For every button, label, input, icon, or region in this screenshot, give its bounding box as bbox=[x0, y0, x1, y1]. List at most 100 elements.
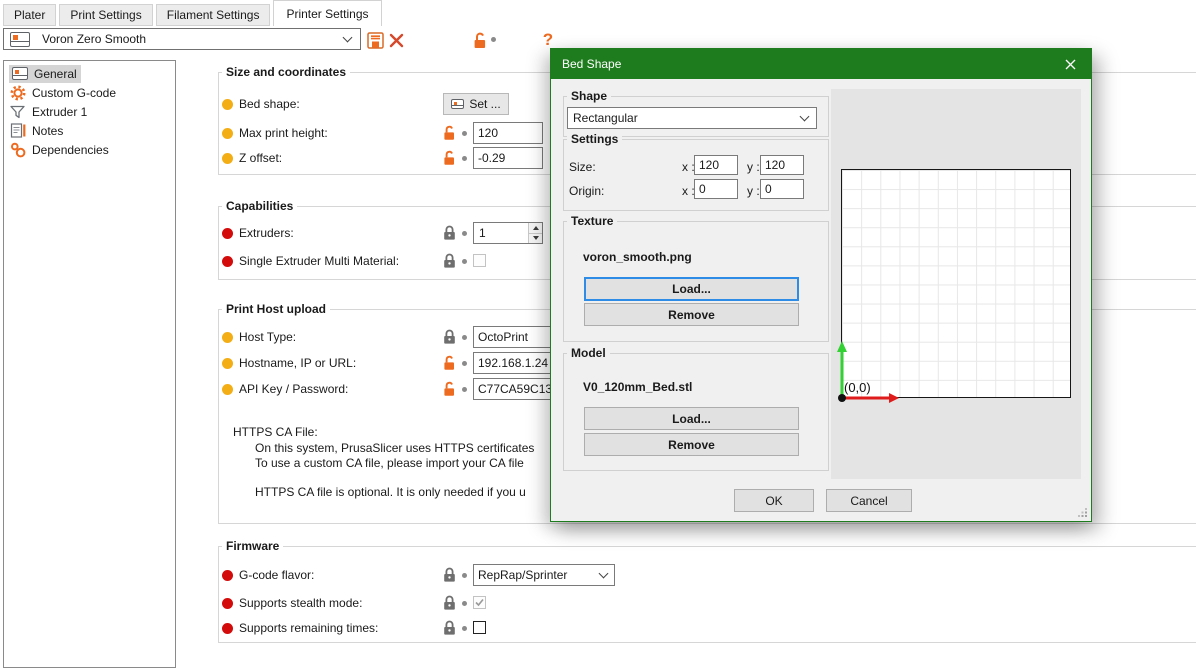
z-offset-input[interactable] bbox=[473, 147, 543, 169]
help-button[interactable]: ? bbox=[538, 30, 558, 50]
unlock-icon bbox=[443, 125, 457, 141]
modified-dot-icon bbox=[462, 231, 467, 236]
unlock-toggle[interactable] bbox=[443, 150, 457, 166]
sidebar-item-dependencies[interactable]: Dependencies bbox=[4, 140, 175, 159]
sidebar-item-general[interactable]: General bbox=[4, 64, 175, 83]
lock-icon bbox=[443, 595, 456, 611]
system-bullet-icon bbox=[222, 256, 233, 267]
triangle-up-icon bbox=[533, 226, 539, 230]
modified-dot-icon bbox=[462, 387, 467, 392]
groupbox-legend: Shape bbox=[567, 89, 611, 103]
extruders-spinner[interactable]: 1 bbox=[473, 222, 543, 244]
gcode-flavor-select[interactable]: RepRap/Sprinter bbox=[473, 564, 615, 586]
unlock-toggle[interactable] bbox=[443, 125, 457, 141]
modified-dot-icon bbox=[462, 601, 467, 606]
setting-label: Supports remaining times: bbox=[239, 617, 378, 639]
tab-filament-settings[interactable]: Filament Settings bbox=[156, 4, 271, 26]
save-icon bbox=[367, 32, 384, 49]
lock-toggle[interactable] bbox=[443, 225, 457, 241]
sidebar-item-extruder-1[interactable]: Extruder 1 bbox=[4, 102, 175, 121]
setting-label: Single Extruder Multi Material: bbox=[239, 250, 399, 272]
model-remove-button[interactable]: Remove bbox=[584, 433, 799, 456]
texture-filename: voron_smooth.png bbox=[583, 250, 692, 264]
semm-checkbox[interactable] bbox=[473, 254, 486, 267]
host-type-value: OctoPrint bbox=[478, 327, 528, 347]
setting-label: API Key / Password: bbox=[239, 378, 348, 400]
sidebar-item-label: Custom G-code bbox=[32, 86, 116, 100]
ok-button[interactable]: OK bbox=[734, 489, 814, 512]
unlock-toggle[interactable] bbox=[443, 381, 457, 397]
close-icon bbox=[1065, 59, 1076, 70]
tab-plater[interactable]: Plater bbox=[3, 4, 56, 26]
spin-up-button[interactable] bbox=[528, 223, 542, 233]
https-ca-file-title: HTTPS CA File: bbox=[233, 425, 318, 439]
row-gcode-flavor: G-code flavor: RepRap/Sprinter bbox=[218, 564, 1196, 586]
size-y-input[interactable] bbox=[760, 155, 804, 175]
button-label: Load... bbox=[672, 282, 711, 296]
settings-sidebar: General Custom G-code Extruder 1 bbox=[3, 60, 176, 668]
origin-x-input[interactable] bbox=[694, 179, 738, 199]
texture-remove-button[interactable]: Remove bbox=[584, 303, 799, 326]
lock-toggle[interactable] bbox=[443, 567, 457, 583]
system-bullet-icon bbox=[222, 598, 233, 609]
tab-print-settings-label: Print Settings bbox=[70, 8, 141, 22]
setting-label: Z offset: bbox=[239, 147, 282, 169]
unlock-icon bbox=[443, 355, 457, 371]
texture-load-button[interactable]: Load... bbox=[584, 277, 799, 301]
tab-print-settings[interactable]: Print Settings bbox=[59, 4, 152, 26]
resize-grip[interactable] bbox=[1078, 508, 1088, 518]
lock-toggle[interactable] bbox=[443, 329, 457, 345]
model-load-button[interactable]: Load... bbox=[584, 407, 799, 430]
notes-icon bbox=[9, 123, 26, 139]
stealth-mode-checkbox[interactable] bbox=[473, 596, 486, 609]
modified-dot-icon bbox=[462, 259, 467, 264]
lock-toggle[interactable] bbox=[443, 253, 457, 269]
system-bullet-icon bbox=[222, 228, 233, 239]
dialog-close-button[interactable] bbox=[1049, 49, 1091, 79]
setting-label: Supports stealth mode: bbox=[239, 592, 362, 614]
sidebar-item-notes[interactable]: Notes bbox=[4, 121, 175, 140]
tab-printer-settings[interactable]: Printer Settings bbox=[273, 0, 381, 26]
modified-dot-icon bbox=[462, 131, 467, 136]
modified-dot-icon bbox=[462, 573, 467, 578]
sidebar-item-custom-gcode[interactable]: Custom G-code bbox=[4, 83, 175, 102]
groupbox-legend: Print Host upload bbox=[222, 302, 330, 316]
groupbox-legend: Firmware bbox=[222, 539, 283, 553]
max-print-height-input[interactable] bbox=[473, 122, 543, 144]
lock-icon bbox=[443, 225, 456, 241]
lock-all-toggle[interactable] bbox=[470, 30, 490, 50]
prusaslicer-window: Plater Print Settings Filament Settings … bbox=[0, 0, 1196, 668]
dialog-title-bar[interactable]: Bed Shape bbox=[551, 49, 1091, 79]
modified-bullet-icon bbox=[222, 384, 233, 395]
groupbox-legend: Capabilities bbox=[222, 199, 297, 213]
lock-toggle[interactable] bbox=[443, 620, 457, 636]
size-x-input[interactable] bbox=[694, 155, 738, 175]
origin-y-input[interactable] bbox=[760, 179, 804, 199]
remaining-times-checkbox[interactable] bbox=[473, 621, 486, 634]
shape-value: Rectangular bbox=[573, 111, 638, 125]
save-preset-button[interactable] bbox=[365, 30, 385, 50]
delete-preset-button[interactable] bbox=[386, 30, 406, 50]
modified-dot-icon bbox=[462, 626, 467, 631]
row-supports-stealth-mode: Supports stealth mode: bbox=[218, 592, 1196, 614]
spin-down-button[interactable] bbox=[528, 233, 542, 244]
modified-dot-icon bbox=[462, 335, 467, 340]
question-mark-icon: ? bbox=[543, 30, 553, 50]
lock-toggle[interactable] bbox=[443, 595, 457, 611]
shape-select[interactable]: Rectangular bbox=[567, 107, 817, 129]
bed-shape-set-button[interactable]: Set ... bbox=[443, 93, 509, 115]
size-label: Size: bbox=[569, 157, 596, 177]
modified-bullet-icon bbox=[222, 358, 233, 369]
modified-bullet-icon bbox=[222, 153, 233, 164]
button-label: OK bbox=[765, 494, 782, 508]
funnel-icon bbox=[9, 104, 26, 120]
unlock-icon bbox=[443, 150, 457, 166]
unlock-toggle[interactable] bbox=[443, 355, 457, 371]
tab-plater-label: Plater bbox=[14, 8, 45, 22]
printer-bed-icon bbox=[10, 32, 30, 47]
cancel-button[interactable]: Cancel bbox=[826, 489, 912, 512]
setting-label: Max print height: bbox=[239, 122, 328, 144]
y-label: y : bbox=[747, 181, 760, 201]
printer-preset-combobox[interactable]: Voron Zero Smooth bbox=[3, 28, 361, 50]
origin-coordinates-label: (0,0) bbox=[844, 380, 871, 395]
